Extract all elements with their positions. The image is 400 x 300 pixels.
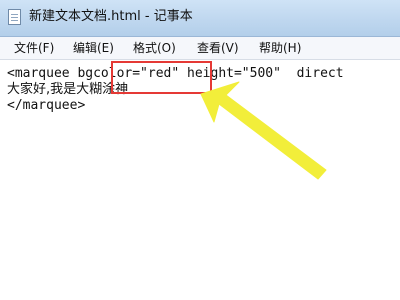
editor-line-3: </marquee> [7, 98, 86, 113]
editor-line-2: 大家好,我是大糊涂神 [7, 82, 129, 97]
window-title: 新建文本文档.html - 记事本 [29, 9, 193, 24]
bgcolor-highlight-box [111, 61, 212, 94]
menu-help[interactable]: 帮助(H) [256, 40, 304, 56]
menu-bar: 文件(F) 编辑(E) 格式(O) 查看(V) 帮助(H) [0, 37, 400, 60]
menu-edit[interactable]: 编辑(E) [70, 40, 117, 56]
title-bar[interactable]: 新建文本文档.html - 记事本 [0, 0, 400, 37]
text-editor-area[interactable]: <marquee bgcolor="red" height="500" dire… [0, 60, 400, 300]
notepad-icon [8, 9, 21, 25]
notepad-window: 新建文本文档.html - 记事本 文件(F) 编辑(E) 格式(O) 查看(V… [0, 0, 400, 300]
menu-file[interactable]: 文件(F) [11, 40, 57, 56]
menu-format[interactable]: 格式(O) [130, 40, 179, 56]
menu-view[interactable]: 查看(V) [194, 40, 242, 56]
